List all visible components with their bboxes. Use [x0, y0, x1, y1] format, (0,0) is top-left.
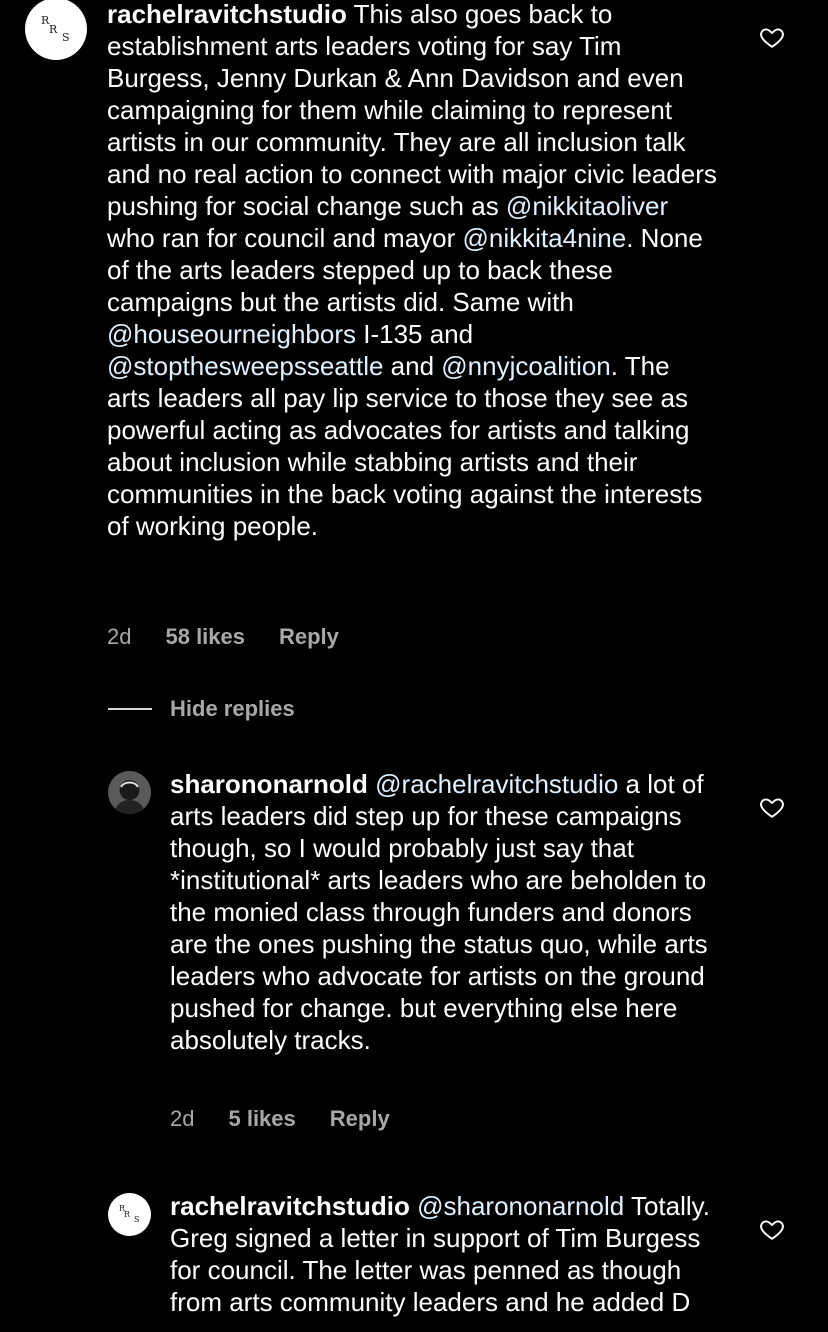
comment-body: This also goes back to establishment art… [107, 0, 717, 541]
heart-outline-icon[interactable] [759, 794, 785, 820]
likes-count[interactable]: 5 likes [228, 1106, 295, 1132]
username[interactable]: sharononarnold [170, 769, 368, 799]
comment-text-segment: who ran for council and mayor [107, 223, 463, 253]
reply-button[interactable]: Reply [279, 624, 339, 650]
screen-edge [0, 1320, 828, 1332]
hide-replies-label: Hide replies [170, 696, 295, 721]
comment-text-segment: a lot of arts leaders did step up for th… [170, 769, 708, 1055]
username[interactable]: rachelravitchstudio [107, 0, 347, 29]
hide-replies-button[interactable]: Hide replies [108, 696, 295, 722]
heart-outline-icon[interactable] [759, 24, 785, 50]
comment-1: R R S rachelravitchstudio This also goes… [0, 0, 828, 680]
comment-text: sharononarnold @rachelravitchstudio a lo… [170, 768, 715, 1056]
comment-meta: 2d 5 likes Reply [170, 1106, 390, 1132]
avatar-photo [108, 771, 151, 814]
avatar-initial: R [124, 1210, 131, 1219]
comment-text-segment: I-135 and [356, 319, 474, 349]
comment-text: rachelravitchstudio @sharononarnold Tota… [170, 1190, 715, 1318]
timestamp[interactable]: 2d [170, 1106, 194, 1132]
mention-link[interactable]: @nnyjcoalition [441, 351, 610, 381]
comment-text-segment: and [383, 351, 442, 381]
mention-link[interactable]: @nikkitaoliver [506, 191, 668, 221]
mention-link[interactable]: @stopthesweepsseattle [107, 351, 383, 381]
avatar[interactable]: R R S [108, 1193, 151, 1236]
comment-text-segment: This also goes back to establishment art… [107, 0, 717, 221]
heart-outline-icon[interactable] [759, 1216, 785, 1242]
timestamp[interactable]: 2d [107, 624, 131, 650]
divider-line [108, 708, 152, 710]
avatar-initial: S [62, 31, 70, 44]
mention-link[interactable]: @nikkita4nine [463, 223, 627, 253]
username[interactable]: rachelravitchstudio [170, 1191, 410, 1221]
reply-button[interactable]: Reply [330, 1106, 390, 1132]
avatar-initial: R [49, 23, 58, 36]
likes-count[interactable]: 58 likes [165, 624, 245, 650]
comment-text: rachelravitchstudio This also goes back … [107, 0, 717, 542]
comment-body: @rachelravitchstudio a lot of arts leade… [170, 769, 708, 1055]
mention-link[interactable]: @rachelravitchstudio [375, 769, 618, 799]
avatar[interactable] [108, 771, 151, 814]
mention-link[interactable]: @houseourneighbors [107, 319, 356, 349]
mention-link[interactable]: @sharononarnold [417, 1191, 624, 1221]
comment-meta: 2d 58 likes Reply [107, 624, 339, 650]
avatar-initial: S [134, 1215, 140, 1224]
avatar[interactable]: R R S [25, 0, 87, 60]
